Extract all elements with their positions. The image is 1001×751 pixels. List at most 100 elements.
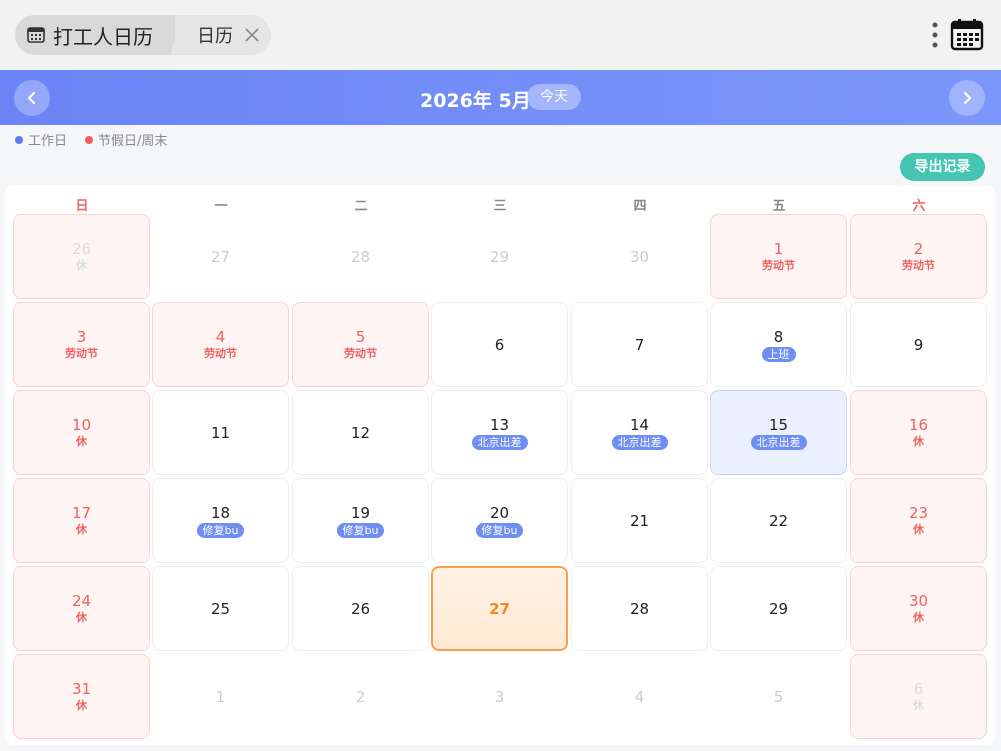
today-button[interactable]: 今天 bbox=[527, 84, 581, 110]
day-cell[interactable]: 6休 bbox=[850, 654, 987, 739]
day-cell[interactable]: 30 休 bbox=[850, 566, 987, 651]
day-cell[interactable]: 4 bbox=[571, 654, 708, 739]
day-cell[interactable]: 29 bbox=[431, 214, 568, 299]
event-badge: 修复bu bbox=[475, 522, 524, 538]
month-title: 2026年 5月 bbox=[420, 90, 531, 112]
day-cell[interactable]: 27 bbox=[152, 214, 289, 299]
day-cell[interactable]: 24 休 bbox=[13, 566, 150, 651]
day-cell[interactable]: 1 bbox=[152, 654, 289, 739]
day-holiday-label: 劳动节 bbox=[344, 347, 377, 360]
calendar-view-icon[interactable] bbox=[950, 19, 984, 51]
day-number: 23 bbox=[908, 504, 929, 522]
day-cell[interactable]: 3 劳动节 bbox=[13, 302, 150, 387]
day-number: 30 bbox=[629, 247, 650, 266]
next-month-button[interactable] bbox=[949, 80, 985, 116]
day-number: 9 bbox=[913, 335, 924, 354]
day-number: 8 bbox=[773, 327, 784, 346]
legend-workday: 工作日 bbox=[15, 130, 67, 149]
day-cell[interactable]: 20 修复bu bbox=[431, 478, 568, 563]
export-records-button[interactable]: 导出记录 bbox=[900, 153, 985, 181]
day-number: 31 bbox=[71, 680, 92, 698]
day-number: 1 bbox=[773, 240, 784, 258]
day-cell[interactable]: 28 bbox=[571, 566, 708, 651]
chevron-left-icon bbox=[27, 91, 36, 105]
day-holiday-label: 休 bbox=[913, 611, 924, 624]
day-cell[interactable]: 21 bbox=[571, 478, 708, 563]
day-cell[interactable]: 5 劳动节 bbox=[292, 302, 429, 387]
day-cell[interactable]: 29 bbox=[710, 566, 847, 651]
day-cell[interactable]: 5 bbox=[710, 654, 847, 739]
day-number: 20 bbox=[489, 503, 510, 522]
day-cell[interactable]: 2 bbox=[292, 654, 429, 739]
day-cell[interactable]: 8 上班 bbox=[710, 302, 847, 387]
day-number: 17 bbox=[71, 504, 92, 522]
day-holiday-label: 休 bbox=[76, 259, 87, 272]
day-cell[interactable]: 28 bbox=[292, 214, 429, 299]
day-cell[interactable]: 6 bbox=[431, 302, 568, 387]
tab-calendar[interactable]: 日历 bbox=[171, 15, 271, 55]
day-cell[interactable]: 19 修复bu bbox=[292, 478, 429, 563]
day-number: 5 bbox=[355, 328, 366, 346]
prev-month-button[interactable] bbox=[14, 80, 50, 116]
day-cell[interactable]: 18 修复bu bbox=[152, 478, 289, 563]
day-number: 26 bbox=[350, 599, 371, 618]
day-number: 14 bbox=[629, 415, 650, 434]
day-holiday-label: 休 bbox=[76, 523, 87, 536]
title-bar: 打工人日历 日历 bbox=[0, 0, 1001, 70]
day-holiday-label: 休 bbox=[913, 699, 924, 712]
day-number: 15 bbox=[768, 415, 789, 434]
day-cell[interactable]: 30 bbox=[571, 214, 708, 299]
day-cell[interactable]: 10 休 bbox=[13, 390, 150, 475]
day-number: 28 bbox=[350, 247, 371, 266]
tab-app[interactable]: 打工人日历 bbox=[15, 15, 181, 55]
tab-strip: 打工人日历 日历 bbox=[15, 15, 271, 55]
day-cell[interactable]: 3 bbox=[431, 654, 568, 739]
day-cell[interactable]: 11 bbox=[152, 390, 289, 475]
legend-holiday: 节假日/周末 bbox=[85, 130, 167, 149]
day-number: 18 bbox=[210, 503, 231, 522]
day-cell[interactable]: 4 劳动节 bbox=[152, 302, 289, 387]
day-number: 12 bbox=[350, 423, 371, 442]
day-number: 3 bbox=[494, 687, 505, 706]
day-cell[interactable]: 27 bbox=[431, 566, 568, 651]
day-cell[interactable]: 23 休 bbox=[850, 478, 987, 563]
day-holiday-label: 休 bbox=[913, 523, 924, 536]
day-cell[interactable]: 26 休 bbox=[13, 214, 150, 299]
day-cell[interactable]: 9 bbox=[850, 302, 987, 387]
day-number: 29 bbox=[489, 247, 510, 266]
day-cell[interactable]: 16 休 bbox=[850, 390, 987, 475]
month-header: 2026年 5月 今天 bbox=[0, 70, 1001, 125]
day-number: 26 bbox=[71, 240, 92, 258]
day-cell[interactable]: 2 劳动节 bbox=[850, 214, 987, 299]
day-number: 13 bbox=[489, 415, 510, 434]
day-cell[interactable]: 26 bbox=[292, 566, 429, 651]
legend-holiday-label: 节假日/周末 bbox=[98, 134, 168, 149]
weekday-sat: 六 bbox=[912, 199, 926, 214]
day-cell[interactable]: 13 北京出差 bbox=[431, 390, 568, 475]
day-number: 7 bbox=[634, 335, 645, 354]
day-number: 27 bbox=[489, 599, 510, 618]
day-cell[interactable]: 31 休 bbox=[13, 654, 150, 739]
day-cell[interactable]: 22 bbox=[710, 478, 847, 563]
day-number: 11 bbox=[210, 423, 231, 442]
day-holiday-label: 休 bbox=[76, 435, 87, 448]
day-cell[interactable]: 7 bbox=[571, 302, 708, 387]
day-number: 2 bbox=[355, 687, 366, 706]
event-badge: 上班 bbox=[761, 346, 796, 362]
day-cell[interactable]: 12 bbox=[292, 390, 429, 475]
more-vertical-icon[interactable] bbox=[926, 20, 944, 50]
day-cell[interactable]: 15 北京出差 bbox=[710, 390, 847, 475]
tab-app-label: 打工人日历 bbox=[53, 24, 153, 49]
weekday-fri: 五 bbox=[772, 199, 786, 214]
day-cell[interactable]: 25 bbox=[152, 566, 289, 651]
weekday-mon: 一 bbox=[214, 199, 228, 214]
day-number: 10 bbox=[71, 416, 92, 434]
day-cell[interactable]: 17 休 bbox=[13, 478, 150, 563]
day-number: 16 bbox=[908, 416, 929, 434]
close-icon[interactable] bbox=[243, 26, 261, 44]
day-cell[interactable]: 1 劳动节 bbox=[710, 214, 847, 299]
event-badge: 北京出差 bbox=[471, 434, 528, 450]
weekday-thu: 四 bbox=[633, 199, 647, 214]
day-number: 6 bbox=[913, 680, 924, 698]
day-cell[interactable]: 14 北京出差 bbox=[571, 390, 708, 475]
